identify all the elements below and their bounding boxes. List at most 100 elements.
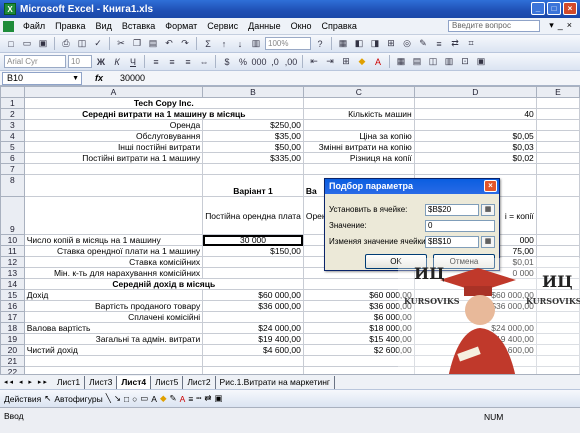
oval-icon[interactable]: ○ — [132, 394, 137, 404]
cell[interactable] — [202, 256, 304, 268]
range-picker-icon[interactable]: ▦ — [481, 204, 495, 216]
row-header[interactable]: 7 — [0, 163, 25, 175]
inc-decimal-icon[interactable]: ,0 — [268, 55, 282, 68]
cell[interactable]: $19 400,00 — [413, 333, 537, 345]
column-header[interactable]: E — [535, 86, 580, 98]
font-size-select[interactable]: 10 — [68, 55, 92, 68]
row-header[interactable]: 20 — [0, 344, 25, 356]
cell[interactable] — [535, 97, 580, 109]
row-header[interactable]: 3 — [0, 119, 25, 131]
tool-icon[interactable]: ▣ — [474, 55, 488, 68]
close-button[interactable]: × — [563, 2, 577, 15]
fx-icon[interactable]: fx — [82, 73, 116, 83]
tool-icon[interactable]: ◫ — [426, 55, 440, 68]
outdent-icon[interactable]: ⇥ — [323, 55, 337, 68]
question-input[interactable]: Введите вопрос — [448, 20, 540, 32]
row-header[interactable]: 9 — [0, 196, 25, 235]
row-header[interactable]: 16 — [0, 300, 25, 312]
cell[interactable]: $2 600,00 — [302, 344, 415, 356]
cell[interactable]: $35,00 — [202, 130, 304, 142]
italic-icon[interactable]: К — [110, 55, 124, 68]
dialog-close-icon[interactable]: × — [484, 180, 497, 192]
cell[interactable]: 40 — [413, 108, 537, 120]
column-header[interactable]: A — [23, 86, 204, 98]
wordart-icon[interactable]: A — [151, 394, 157, 404]
shadow-icon[interactable]: ▣ — [215, 393, 223, 404]
column-header[interactable]: D — [413, 86, 537, 98]
cell[interactable]: $4 600,00 — [202, 344, 304, 356]
cell[interactable]: $36 000,00 — [413, 300, 537, 312]
sort-desc-icon[interactable]: ↓ — [233, 37, 247, 50]
ok-button[interactable]: OK — [365, 254, 427, 269]
copy-icon[interactable]: ❐ — [130, 37, 144, 50]
maximize-button[interactable]: □ — [547, 2, 561, 15]
cell[interactable] — [535, 130, 580, 142]
cell[interactable]: $15 400,00 — [302, 333, 415, 345]
sort-asc-icon[interactable]: ↑ — [217, 37, 231, 50]
cell[interactable] — [202, 355, 304, 367]
underline-icon[interactable]: Ч — [126, 55, 140, 68]
font-color-icon[interactable]: A — [371, 55, 385, 68]
chart-icon[interactable]: ▥ — [249, 37, 263, 50]
cell[interactable] — [535, 289, 580, 301]
cell[interactable]: $335,00 — [202, 152, 304, 164]
sheet-tab[interactable]: Лист1 — [53, 375, 86, 389]
tool-icon[interactable]: ▦ — [394, 55, 408, 68]
cell[interactable]: $0,02 — [413, 152, 537, 164]
cell[interactable]: $19 400,00 — [202, 333, 304, 345]
fill-color-icon[interactable]: ◆ — [355, 55, 369, 68]
row-header[interactable]: 14 — [0, 278, 25, 290]
set-cell-input[interactable]: $B$20 — [425, 204, 479, 216]
tool-icon[interactable]: ▤ — [410, 55, 424, 68]
cell[interactable]: $6 000,00 — [302, 311, 415, 323]
spell-icon[interactable]: ✓ — [91, 37, 105, 50]
row-header[interactable]: 11 — [0, 245, 25, 257]
cell[interactable]: $24 000,00 — [413, 322, 537, 334]
sum-icon[interactable]: Σ — [201, 37, 215, 50]
arrow-icon[interactable]: ↘ — [114, 393, 121, 404]
row-header[interactable]: 19 — [0, 333, 25, 345]
borders-icon[interactable]: ⊞ — [339, 55, 353, 68]
cell[interactable] — [535, 355, 580, 367]
currency-icon[interactable]: $ — [220, 55, 234, 68]
cell[interactable] — [535, 344, 580, 356]
textbox-icon[interactable]: ▭ — [140, 393, 148, 404]
cut-icon[interactable]: ✂ — [114, 37, 128, 50]
cell[interactable] — [413, 163, 537, 175]
row-header[interactable]: 12 — [0, 256, 25, 268]
cell[interactable]: Змінні витрати на копію — [302, 141, 415, 153]
column-header[interactable]: B — [202, 86, 304, 98]
row-header[interactable]: 10 — [0, 234, 25, 246]
autoshapes-menu[interactable]: Автофигуры — [54, 394, 102, 404]
cell[interactable] — [202, 366, 304, 374]
cell[interactable] — [535, 141, 580, 153]
cell[interactable]: Кількість машин — [302, 108, 415, 120]
cell[interactable] — [535, 196, 580, 235]
cell[interactable] — [535, 108, 580, 120]
cell[interactable] — [302, 163, 415, 175]
row-header[interactable]: 2 — [0, 108, 25, 120]
cell[interactable]: Оренда — [23, 119, 204, 131]
cell[interactable]: Сплачені комісійні — [23, 311, 204, 323]
cell[interactable]: Дохід — [23, 289, 204, 301]
cell[interactable]: Середній дохід в місяць — [23, 278, 304, 290]
merge-icon[interactable]: ⇔ — [197, 55, 211, 68]
menu-edit[interactable]: Правка — [50, 21, 90, 31]
tool-icon[interactable]: ◧ — [352, 37, 366, 50]
paste-icon[interactable]: ▤ — [146, 37, 160, 50]
tool-icon[interactable]: ≡ — [432, 37, 446, 50]
cell[interactable]: Валова вартість — [23, 322, 204, 334]
row-header[interactable]: 13 — [0, 267, 25, 279]
menu-file[interactable]: Файл — [18, 21, 50, 31]
cell[interactable] — [535, 311, 580, 323]
sheet-nav-arrows[interactable]: ◂◂ ◂ ▸ ▸▸ — [4, 378, 49, 386]
cell[interactable] — [202, 311, 304, 323]
row-header[interactable]: 6 — [0, 152, 25, 164]
actions-menu[interactable]: Действия — [4, 394, 41, 404]
cell[interactable] — [413, 119, 537, 131]
cell[interactable]: Мін. к-ть для нарахування комісійних — [23, 267, 204, 279]
cell[interactable] — [535, 152, 580, 164]
tool-icon[interactable]: ⌗ — [464, 37, 478, 50]
row-header[interactable]: 15 — [0, 289, 25, 301]
cell[interactable] — [23, 366, 204, 374]
